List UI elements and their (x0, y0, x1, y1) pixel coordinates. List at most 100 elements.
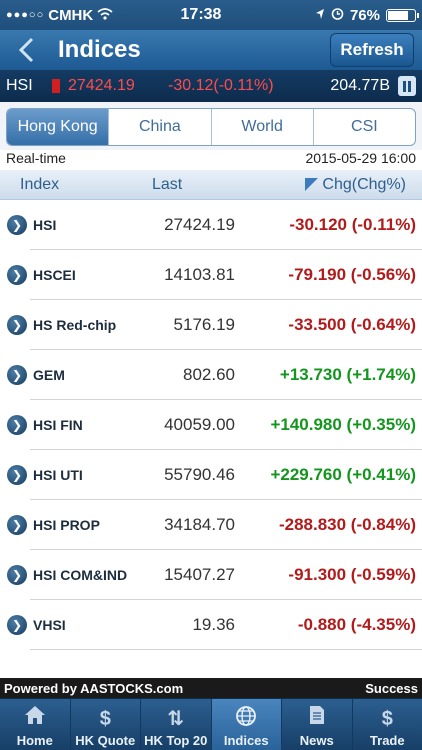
index-last: 55790.46 (164, 465, 235, 484)
index-ticker: HSI 27424.19 -30.12(-0.11%) 204.77B (0, 70, 422, 102)
tab-bar: Home $ HK Quote ⇅ HK Top 20 Indices News… (0, 698, 422, 750)
tab-indices-label: Indices (223, 733, 269, 748)
index-last: 5176.19 (173, 315, 235, 334)
index-name: HSI PROP (33, 517, 100, 533)
index-change: -288.830 (-0.84%) (278, 515, 416, 534)
index-change: +13.730 (+1.74%) (279, 365, 416, 384)
index-name: HSI (33, 217, 57, 233)
table-row[interactable]: ❯ HSI PROP 34184.70 -288.830 (-0.84%) (0, 500, 422, 550)
globe-icon (235, 705, 257, 733)
tab-indices[interactable]: Indices (211, 699, 282, 750)
table-row[interactable]: ❯ HSI UTI 55790.46 +229.760 (+0.41%) (0, 450, 422, 500)
table-row[interactable]: ❯ HSI FIN 40059.00 +140.980 (+0.35%) (0, 400, 422, 450)
index-last: 15407.27 (164, 565, 235, 584)
tab-world[interactable]: World (212, 109, 314, 145)
index-change: -30.120 (-0.11%) (289, 215, 416, 234)
pause-icon[interactable] (398, 76, 416, 96)
index-change: +140.980 (+0.35%) (270, 415, 416, 434)
tab-hk-top-20-label: HK Top 20 (144, 733, 208, 748)
index-name: HSI COM&IND (33, 567, 128, 583)
index-name: GEM (33, 367, 65, 383)
index-change: -33.500 (-0.64%) (288, 315, 416, 334)
battery-icon (386, 8, 419, 22)
nav-bar: Indices Refresh (0, 30, 422, 70)
index-name: HSCEI (33, 267, 76, 283)
home-icon (24, 705, 46, 733)
column-header-index[interactable]: Index (0, 176, 132, 194)
index-list: ❯ HSI 27424.19 -30.120 (-0.11%) ❯ HSCEI … (0, 200, 422, 650)
index-change: +229.760 (+0.41%) (270, 465, 416, 484)
chevron-right-icon[interactable]: ❯ (7, 615, 27, 635)
updown-arrows-icon: ⇅ (167, 708, 185, 730)
chevron-right-icon[interactable]: ❯ (7, 465, 27, 485)
refresh-button[interactable]: Refresh (330, 33, 414, 67)
index-name: VHSI (33, 617, 66, 633)
table-row[interactable]: ❯ GEM 802.60 +13.730 (+1.74%) (0, 350, 422, 400)
region-tabs: Hong Kong China World CSI (0, 102, 422, 150)
chevron-right-icon[interactable]: ❯ (7, 265, 27, 285)
index-last: 19.36 (192, 615, 235, 634)
tab-news[interactable]: News (282, 699, 353, 750)
carrier-label: CMHK (48, 6, 94, 24)
index-change: -79.190 (-0.56%) (288, 265, 416, 284)
chevron-right-icon[interactable]: ❯ (7, 365, 27, 385)
tab-csi[interactable]: CSI (314, 109, 415, 145)
table-row[interactable]: ❯ HSI COM&IND 15407.27 -91.300 (-0.59%) (0, 550, 422, 600)
index-last: 27424.19 (164, 215, 235, 234)
realtime-label: Real-time (6, 150, 66, 166)
status-bar: ●●●○○ CMHK 17:38 76% (0, 0, 422, 30)
realtime-bar: Real-time 2015-05-29 16:00 (0, 150, 422, 170)
dollar-icon: $ (99, 708, 111, 730)
tab-trade-label: Trade (369, 733, 405, 748)
index-last: 802.60 (183, 365, 235, 384)
powered-by-bar: Powered by AASTOCKS.com Success (0, 678, 422, 698)
tab-news-label: News (299, 733, 334, 748)
chevron-left-icon (18, 37, 34, 63)
alarm-icon (331, 7, 344, 24)
index-change: -91.300 (-0.59%) (288, 565, 416, 584)
battery-percent: 76% (349, 6, 380, 24)
index-name: HS Red-chip (33, 317, 117, 333)
table-row[interactable]: ❯ HSCEI 14103.81 -79.190 (-0.56%) (0, 250, 422, 300)
tab-trade[interactable]: $ Trade (353, 699, 422, 750)
document-icon (309, 705, 325, 733)
chevron-right-icon[interactable]: ❯ (7, 515, 27, 535)
chevron-right-icon[interactable]: ❯ (7, 315, 27, 335)
index-last: 14103.81 (164, 265, 235, 284)
wifi-icon (97, 7, 113, 24)
down-flag-icon (52, 79, 60, 93)
ticker-change: -30.12(-0.11%) (168, 77, 274, 94)
tab-hong-kong[interactable]: Hong Kong (7, 109, 110, 145)
index-name: HSI UTI (33, 467, 83, 483)
table-header: Index Last Chg(Chg%) (0, 170, 422, 200)
dollar-icon: $ (381, 708, 393, 730)
tab-china[interactable]: China (109, 109, 212, 145)
column-header-change[interactable]: Chg(Chg%) (222, 176, 422, 194)
ticker-last: 27424.19 (68, 77, 135, 94)
index-last: 40059.00 (164, 415, 235, 434)
table-row[interactable]: ❯ VHSI 19.36 -0.880 (-4.35%) (0, 600, 422, 650)
tab-hk-top-20[interactable]: ⇅ HK Top 20 (141, 699, 212, 750)
powered-by-label: Powered by AASTOCKS.com (4, 680, 184, 696)
page-title: Indices (58, 36, 141, 63)
tab-hk-quote[interactable]: $ HK Quote (71, 699, 141, 750)
table-row[interactable]: ❯ HS Red-chip 5176.19 -33.500 (-0.64%) (0, 300, 422, 350)
timestamp: 2015-05-29 16:00 (305, 150, 416, 166)
tab-home[interactable]: Home (0, 699, 71, 750)
index-change: -0.880 (-4.35%) (297, 615, 416, 634)
column-header-change-label: Chg(Chg%) (322, 175, 406, 193)
back-button[interactable] (0, 30, 52, 70)
tab-home-label: Home (16, 733, 53, 748)
ticker-volume: 204.77B (330, 77, 390, 94)
status-label: Success (365, 680, 418, 696)
sort-indicator-icon (305, 178, 319, 191)
index-last: 34184.70 (164, 515, 235, 534)
index-name: HSI FIN (33, 417, 83, 433)
column-header-last[interactable]: Last (132, 176, 222, 194)
chevron-right-icon[interactable]: ❯ (7, 565, 27, 585)
signal-strength: ●●●○○ (6, 9, 45, 21)
chevron-right-icon[interactable]: ❯ (7, 215, 27, 235)
table-row[interactable]: ❯ HSI 27424.19 -30.120 (-0.11%) (0, 200, 422, 250)
chevron-right-icon[interactable]: ❯ (7, 415, 27, 435)
clock: 17:38 (180, 6, 222, 23)
